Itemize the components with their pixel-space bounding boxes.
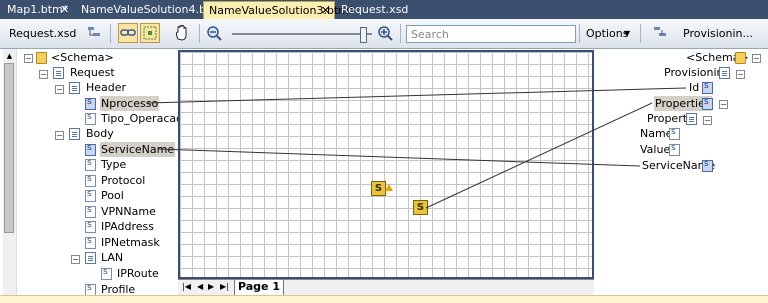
record-icon <box>85 252 96 264</box>
next-page-icon[interactable]: ▶ <box>208 282 214 291</box>
target-node-id[interactable]: Id <box>689 80 699 95</box>
zoom-in-icon[interactable] <box>375 23 395 43</box>
linked-field-icon <box>85 143 96 156</box>
tree-node-servicename[interactable]: ServiceName <box>100 142 176 157</box>
tab-label: NameValueSolution3.btm* <box>209 4 355 17</box>
collapse-icon[interactable]: − <box>55 85 64 94</box>
target-node-name[interactable]: Name <box>640 126 672 141</box>
collapse-icon[interactable]: − <box>39 70 48 79</box>
tree-node-nprocesso[interactable]: Nprocesso <box>100 96 160 111</box>
collapse-icon[interactable]: − <box>703 116 712 125</box>
collapse-schema-icon[interactable] <box>650 23 670 43</box>
string-functoid-icon[interactable]: S <box>371 181 386 196</box>
document-tab-strip: Map1.btm* ✕ NameValueSolution4.btm NameV… <box>0 0 768 19</box>
tree-node-protocol[interactable]: Protocol <box>101 173 145 188</box>
record-icon <box>53 67 64 79</box>
field-icon <box>85 236 96 249</box>
target-node-value[interactable]: Value <box>640 142 670 157</box>
chevron-down-icon[interactable]: ▼ <box>624 29 630 38</box>
previous-page-icon[interactable]: ◀ <box>197 282 203 291</box>
field-icon <box>85 205 96 218</box>
close-icon[interactable]: ✕ <box>60 1 69 18</box>
field-icon <box>85 189 96 202</box>
field-icon <box>85 112 96 125</box>
linked-field-icon <box>702 81 713 94</box>
tree-node-pool[interactable]: Pool <box>101 188 124 203</box>
warning-icon <box>385 184 393 191</box>
last-page-icon[interactable]: ▶| <box>220 282 229 291</box>
search-placeholder: Search <box>411 28 449 41</box>
collapse-icon[interactable]: − <box>752 54 761 63</box>
tree-node-iproute[interactable]: IPRoute <box>117 266 159 281</box>
tab-label: Request.xsd <box>341 3 409 16</box>
field-icon <box>101 267 112 280</box>
scrollbar-thumb[interactable] <box>4 63 14 233</box>
collapse-icon[interactable]: − <box>736 70 745 79</box>
zoom-slider-thumb[interactable] <box>360 27 367 43</box>
tree-node-ipnetmask[interactable]: IPNetmask <box>101 235 160 250</box>
link-icon[interactable] <box>118 23 138 43</box>
record-icon <box>719 67 730 79</box>
toolbar-separator <box>199 24 200 43</box>
tab-page-1[interactable]: Page 1 <box>234 280 284 296</box>
toolbar-separator <box>110 24 111 43</box>
schema-folder-icon <box>735 52 746 64</box>
page-navigation-bar: |◀ ◀ ▶ ▶| Page 1 <box>178 279 594 296</box>
record-icon <box>69 82 80 94</box>
linked-field-icon <box>702 97 713 110</box>
tab-namevaluesolution4[interactable]: NameValueSolution4.btm <box>76 1 221 19</box>
field-icon <box>85 220 96 233</box>
tab-label: NameValueSolution4.btm <box>81 3 221 16</box>
tree-node-schema[interactable]: <Schema> <box>51 50 114 65</box>
field-icon <box>669 143 680 156</box>
collapse-icon[interactable]: − <box>24 54 33 63</box>
field-icon <box>85 158 96 171</box>
record-icon <box>686 113 697 125</box>
field-icon <box>669 127 680 140</box>
tab-map1[interactable]: Map1.btm* ✕ <box>2 1 73 19</box>
tree-node-body[interactable]: Body <box>86 126 114 141</box>
tree-node-header[interactable]: Header <box>86 80 126 95</box>
source-schema-label: Request.xsd <box>9 27 77 40</box>
collapse-icon[interactable]: − <box>719 100 728 109</box>
zoom-out-icon[interactable] <box>204 23 224 43</box>
tree-node-type[interactable]: Type <box>101 157 126 172</box>
first-page-icon[interactable]: |◀ <box>182 282 191 291</box>
target-schema-label: Provisionin... <box>683 27 754 40</box>
search-input[interactable]: Search <box>406 25 576 43</box>
collapse-icon[interactable]: − <box>55 131 64 140</box>
options-button[interactable]: Options <box>586 27 628 40</box>
mapper-toolbar: Request.xsd Options ▼ Provisionin... <box>0 19 768 49</box>
hand-pan-icon[interactable] <box>172 23 192 43</box>
schema-folder-icon <box>36 52 47 64</box>
mapping-grid[interactable] <box>178 50 594 279</box>
field-icon <box>85 174 96 187</box>
toolbar-separator <box>640 24 641 43</box>
scroll-up-icon[interactable]: ▲ <box>4 50 15 62</box>
record-icon <box>69 128 80 140</box>
tree-node-vpnname[interactable]: VPNName <box>101 204 156 219</box>
vertical-scrollbar[interactable]: ▲ <box>3 49 17 295</box>
tree-node-ipaddress[interactable]: IPAddress <box>101 219 154 234</box>
toolbar-separator <box>579 24 580 43</box>
grid-view-icon[interactable] <box>140 23 160 43</box>
tree-node-request[interactable]: Request <box>70 65 115 80</box>
expand-schema-icon[interactable] <box>84 23 104 43</box>
tab-namevaluesolution3[interactable]: NameValueSolution3.btm* ✕ <box>203 1 354 19</box>
collapse-icon[interactable]: − <box>71 255 80 264</box>
linked-field-icon <box>85 97 96 110</box>
tab-request-xsd[interactable]: Request.xsd <box>336 1 409 19</box>
tree-node-lan[interactable]: LAN <box>101 250 123 265</box>
zoom-slider[interactable] <box>232 33 372 35</box>
tree-node-tipo-operacao[interactable]: Tipo_Operacao <box>101 111 183 126</box>
close-icon[interactable]: ✕ <box>321 2 330 19</box>
toolbar-separator <box>400 24 401 43</box>
string-functoid-icon[interactable]: S <box>413 200 428 215</box>
linked-field-icon <box>702 159 713 172</box>
